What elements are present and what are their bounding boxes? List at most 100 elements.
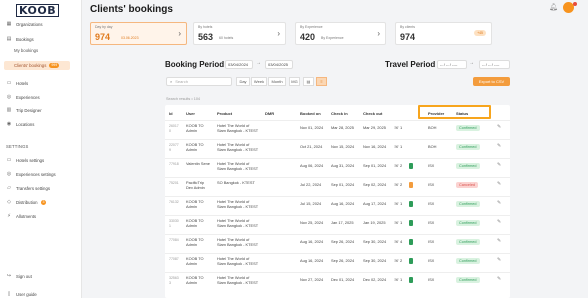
calendar-view-button[interactable]: ▤	[303, 77, 314, 86]
segment-month[interactable]: Month	[268, 77, 286, 86]
sidebar-item-experiences[interactable]: ◎ Experiences	[4, 92, 78, 102]
stat-card-by-clients[interactable]: By clients 974 +45	[395, 22, 492, 45]
sidebar-item-label: Transfers settings	[16, 185, 50, 191]
segment-mg[interactable]: MG	[289, 77, 300, 86]
stat-value: 420	[300, 32, 316, 42]
calendar-icon: ▤	[306, 79, 311, 84]
stat-card-day-by-day[interactable]: Day by day 974 03.06.2023 ›	[90, 22, 187, 45]
user-guide-link[interactable]: ▯ User guide	[4, 289, 78, 298]
calendar-icon: ▤	[6, 36, 12, 42]
sidebar-item-label: Clients' bookings	[14, 63, 47, 68]
cell-provider: ISX	[428, 182, 435, 187]
segment-week[interactable]: Week	[251, 77, 267, 86]
cell-product: SO Bangkok - KTEST	[217, 180, 255, 185]
booking-to-date[interactable]: 03/04/2025	[265, 60, 293, 69]
edit-icon[interactable]: ✎	[497, 200, 501, 206]
edit-icon[interactable]: ✎	[497, 257, 501, 263]
edit-icon[interactable]: ✎	[497, 238, 501, 244]
sidebar-item-hotels-settings[interactable]: ▭ Hotels settings	[4, 155, 78, 165]
cell-product: Hotel The World of Siam Bangkok - KTEST	[217, 237, 259, 247]
confirmation-icon	[409, 201, 413, 207]
edit-icon[interactable]: ✎	[497, 219, 501, 225]
cell-check-out: Aug 17, 2024	[363, 201, 387, 206]
cell-user: PacificTrip Dev Admin	[186, 180, 205, 190]
cell-id: 33030 1	[169, 219, 179, 228]
column-header-product[interactable]: Product	[217, 111, 232, 116]
cell-user: Valentin Sene	[186, 161, 210, 166]
count-badge: 999	[49, 63, 60, 68]
cell-check-out: Dec 02, 2024	[363, 277, 387, 282]
travel-from-date[interactable]: -- / -- / ----	[437, 60, 467, 69]
sidebar-item-label: Distribution	[16, 199, 38, 205]
filter-icon: ≡	[320, 79, 323, 84]
edit-icon[interactable]: ✎	[497, 181, 501, 187]
column-header-booked-on[interactable]: Booked on	[300, 111, 321, 116]
status-badge: Canceled	[456, 182, 479, 188]
stat-card-by-experience[interactable]: By Experience 420 By Experience ›	[295, 22, 386, 45]
cell-id: 32563 3	[169, 276, 179, 285]
column-header-user[interactable]: User	[186, 111, 195, 116]
sidebar-item-label: Allotments	[16, 213, 37, 219]
search-icon: ⌕	[170, 79, 173, 84]
edit-icon[interactable]: ✎	[497, 143, 501, 149]
column-header-check-out[interactable]: Check out	[363, 111, 382, 116]
sidebar-item-bookings[interactable]: ▤ Bookings	[4, 34, 78, 44]
sidebar-item-organizations[interactable]: ▦ Organizations	[4, 19, 78, 29]
cell-user: KOOB TO Admin	[186, 256, 204, 266]
segment-day[interactable]: Day	[236, 77, 250, 86]
pax-icon: ☏	[394, 182, 400, 187]
edit-icon[interactable]: ✎	[497, 124, 501, 130]
travel-to-date[interactable]: -- / -- / ----	[479, 60, 510, 69]
sidebar-item-label: Trip Designer	[16, 107, 42, 113]
pax-count: 1	[400, 220, 403, 225]
confirmation-icon	[409, 182, 413, 188]
booking-from-date[interactable]: 03/04/2024	[225, 60, 253, 69]
stat-card-by-hotels[interactable]: By hotels 563 60 hotels ›	[193, 22, 286, 45]
koob-logo[interactable]: KOOB	[16, 4, 60, 17]
sidebar-item-distribution[interactable]: ◇ Distribution 3	[4, 197, 78, 207]
filter-button[interactable]: ≡	[316, 77, 327, 86]
edit-icon[interactable]: ✎	[497, 276, 501, 282]
cell-product: Hotel The World of Siam Bangkok - KTEST	[217, 199, 259, 209]
pax-icon: ☏	[394, 163, 400, 168]
cell-check-in: Mar 28, 2025	[331, 125, 354, 130]
sidebar-item-locations[interactable]: ◉ Locations	[4, 119, 78, 129]
confirmation-icon	[409, 163, 413, 169]
cell-check-in: Aug 31, 2024	[331, 163, 355, 168]
pax-icon: ☏	[394, 220, 400, 225]
results-count: Search results • 104	[166, 97, 201, 101]
sidebar-item-clients-bookings[interactable]: Clients' bookings 999	[4, 61, 70, 70]
sidebar-item-hotels[interactable]: ▭ Hotels	[4, 78, 78, 88]
cell-check-out: Sep 01, 2024	[363, 163, 387, 168]
status-badge: Confirmed	[456, 277, 480, 283]
cell-user: KOOB TO Admin	[186, 199, 204, 209]
sidebar-item-experiences-settings[interactable]: ◎ Experiences settings	[4, 169, 78, 179]
arrow-right-icon: →	[469, 60, 474, 66]
compass-icon: ◎	[6, 94, 12, 100]
pax-count: 2	[400, 182, 403, 187]
sidebar-item-label: Organizations	[16, 21, 43, 27]
pax-count: 2	[400, 163, 403, 168]
sidebar-item-label: Hotels settings	[16, 157, 45, 163]
sign-out-button[interactable]: ↪ Sign out	[4, 271, 78, 281]
bell-icon[interactable]: 🔔︎	[549, 3, 559, 13]
export-csv-button[interactable]: Export to CSV	[473, 77, 510, 86]
pax-icon: ☏	[394, 144, 400, 149]
column-header-id[interactable]: Id	[169, 111, 173, 116]
cell-booked-on: Nov 25, 2024	[300, 220, 324, 225]
column-header-dmr[interactable]: DMR	[265, 111, 274, 116]
pax-icon: ☏	[394, 258, 400, 263]
column-header-check-in[interactable]: Check in	[331, 111, 348, 116]
edit-icon[interactable]: ✎	[497, 162, 501, 168]
cell-id: 26017 0	[169, 124, 179, 133]
cell-provider: BOH	[428, 125, 437, 130]
sidebar-item-transfers-settings[interactable]: ▱ Transfers settings	[4, 183, 78, 193]
cell-booked-on: Aug 16, 2024	[300, 239, 324, 244]
search-input[interactable]: ⌕ Search	[166, 77, 232, 86]
stat-label: By Experience	[300, 25, 323, 29]
sidebar-item-trip-designer[interactable]: ▥ Trip Designer	[4, 105, 78, 115]
confirmation-icon	[409, 220, 413, 226]
sidebar-item-my-bookings[interactable]: My bookings	[14, 46, 38, 54]
settings-section-label: SETTINGS	[6, 144, 29, 149]
sidebar-item-allotments[interactable]: ⚡ Allotments	[4, 211, 78, 221]
